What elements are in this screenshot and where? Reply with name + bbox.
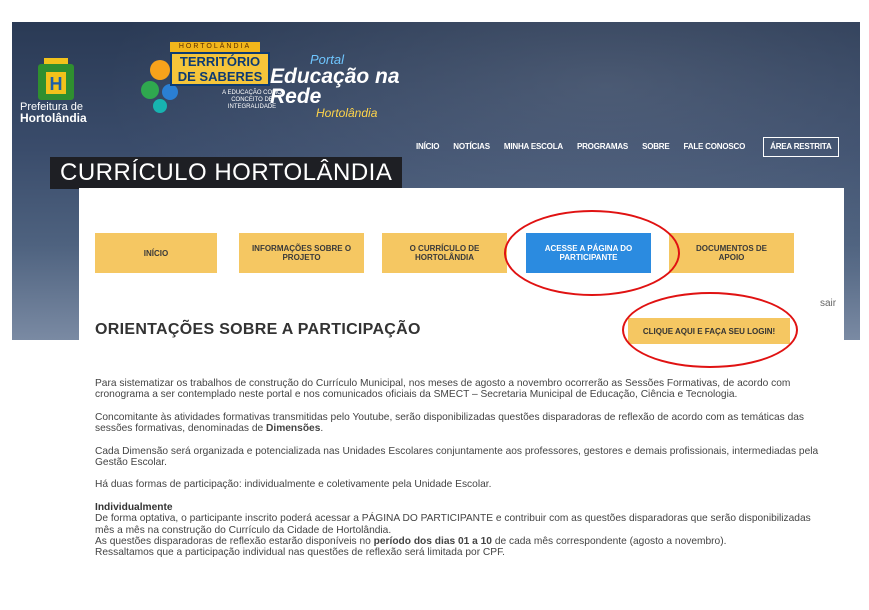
screenshot-frame: H Prefeitura de Hortolândia HORTOLÂNDIA … <box>0 0 869 610</box>
tab-inicio[interactable]: INÍCIO <box>95 233 217 273</box>
main-nav: INÍCIO NOTÍCIAS MINHA ESCOLA PROGRAMAS S… <box>416 137 853 157</box>
individual-line-1: De forma optativa, o participante inscri… <box>95 513 811 536</box>
nav-sobre[interactable]: SOBRE <box>642 140 670 157</box>
nav-programas[interactable]: PROGRAMAS <box>577 140 628 157</box>
paragraph-4: Há duas formas de participação: individu… <box>95 479 492 491</box>
bottom-edge <box>0 600 869 610</box>
paragraph-1: Para sistematizar os trabalhos de constr… <box>95 378 791 401</box>
logout-link[interactable]: sair <box>820 298 836 309</box>
instructions-text: Para sistematizar os trabalhos de constr… <box>95 378 825 559</box>
tab-informacoes[interactable]: INFORMAÇÕES SOBRE O PROJETO <box>239 233 364 273</box>
portal-logo[interactable]: Portal Educação na Rede Hortolândia <box>270 52 430 119</box>
nav-fale-conosco[interactable]: FALE CONOSCO <box>684 140 746 157</box>
individual-line-2: As questões disparadoras de reflexão est… <box>95 536 727 548</box>
individual-heading: Individualmente <box>95 501 173 513</box>
page-title-box: CURRÍCULO HORTOLÂNDIA <box>50 157 403 189</box>
highlight-ellipse-login <box>622 292 798 368</box>
prefeitura-line2: Hortolândia <box>20 111 87 125</box>
tab-curriculo[interactable]: O CURRÍCULO DE HORTOLÂNDIA <box>382 233 507 273</box>
paragraph-3: Cada Dimensão será organizada e potencia… <box>95 445 819 469</box>
nav-noticias[interactable]: NOTÍCIAS <box>453 140 490 157</box>
page-title: CURRÍCULO HORTOLÂNDIA <box>60 159 393 186</box>
prefeitura-name: Prefeitura de Hortolândia <box>20 102 87 125</box>
territorio-band: HORTOLÂNDIA <box>170 42 260 52</box>
portal-line3: Hortolândia <box>316 106 378 120</box>
individual-line-3: Ressaltamos que a participação individua… <box>95 547 505 559</box>
territorio-saberes-logo[interactable]: HORTOLÂNDIA TERRITÓRIO DE SABERES A EDUC… <box>140 42 290 134</box>
nav-area-restrita-button[interactable]: ÁREA RESTRITA <box>763 137 839 157</box>
nav-inicio[interactable]: INÍCIO <box>416 140 439 157</box>
territorio-title: TERRITÓRIO DE SABERES <box>170 52 270 86</box>
highlight-ellipse-tab <box>504 210 680 296</box>
nav-minha-escola[interactable]: MINHA ESCOLA <box>504 140 563 157</box>
section-heading: ORIENTAÇÕES SOBRE A PARTICIPAÇÃO <box>95 321 421 338</box>
svg-text:H: H <box>50 74 63 94</box>
paragraph-2: Concomitante às atividades formativas tr… <box>95 411 804 435</box>
portal-line2: Educação na Rede <box>270 65 400 108</box>
tab-documentos[interactable]: DOCUMENTOS DE APOIO <box>669 233 794 273</box>
